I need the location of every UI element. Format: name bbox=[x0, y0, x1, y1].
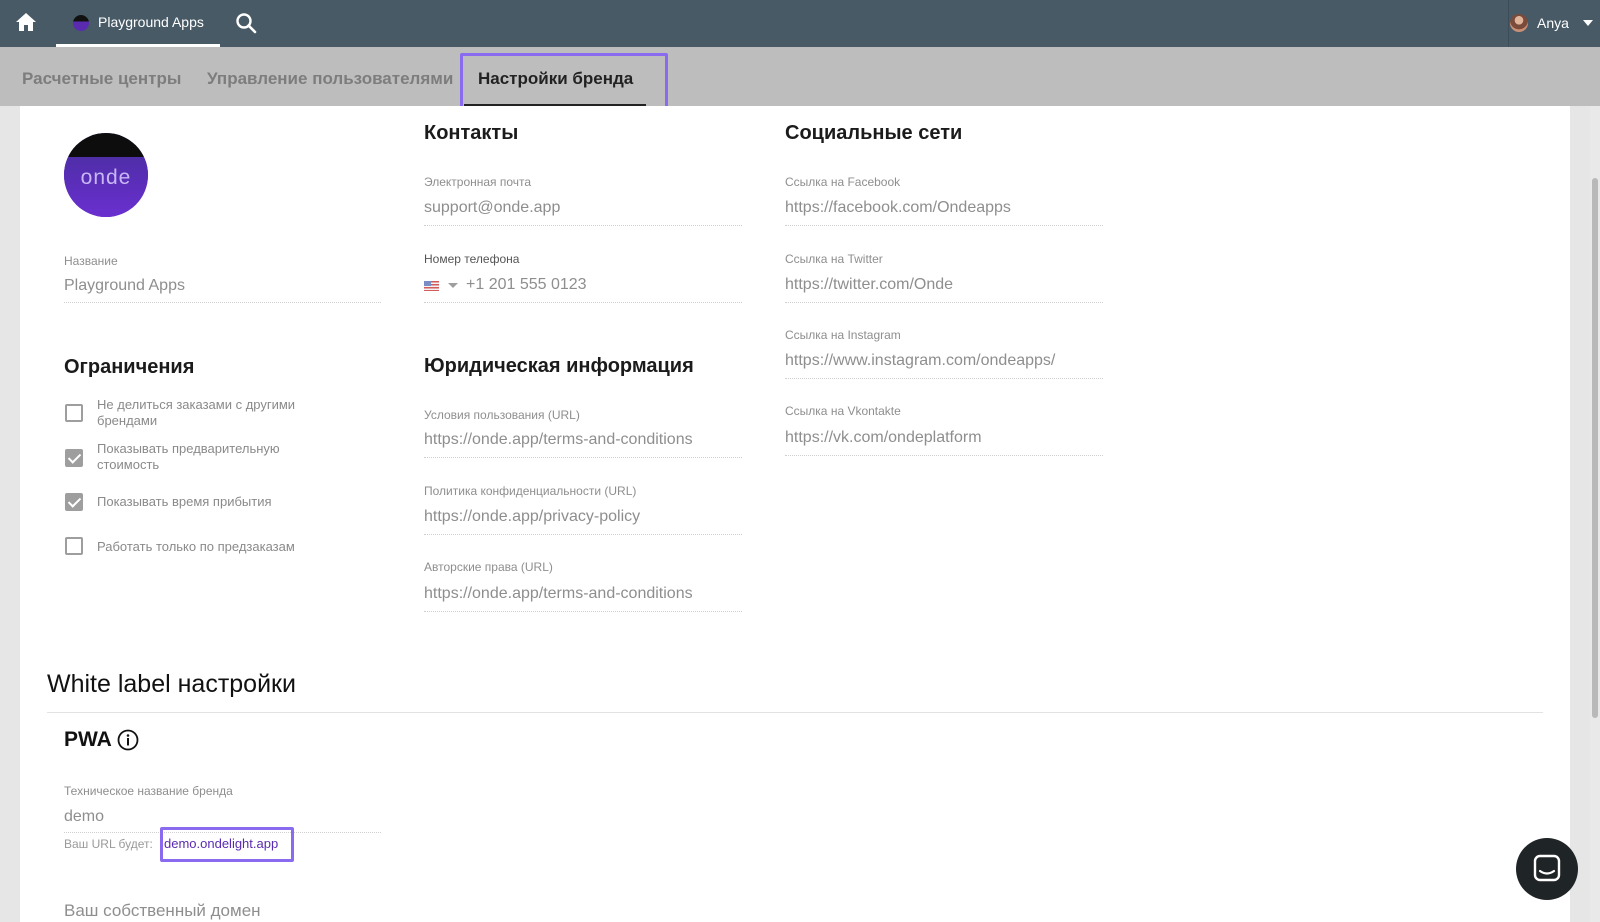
user-name: Anya bbox=[1537, 15, 1569, 31]
instagram-underline bbox=[785, 378, 1103, 379]
country-caret-down-icon[interactable] bbox=[448, 283, 458, 288]
copyright-underline bbox=[424, 611, 742, 612]
email-label: Электронная почта bbox=[424, 175, 532, 189]
restrictions-title: Ограничения bbox=[64, 356, 195, 378]
instagram-url-field[interactable]: https://www.instagram.com/ondeapps/ bbox=[785, 352, 1055, 370]
info-icon[interactable] bbox=[117, 729, 139, 751]
twitter-underline bbox=[785, 302, 1103, 303]
copyright-label: Авторские права (URL) bbox=[424, 560, 553, 574]
vk-label: Ссылка на Vkontakte bbox=[785, 404, 901, 418]
tab-user-management[interactable]: Управление пользователями bbox=[207, 69, 453, 89]
brand-name-input[interactable]: Playground Apps bbox=[64, 277, 185, 295]
terms-url-field[interactable]: https://onde.app/terms-and-conditions bbox=[424, 431, 693, 449]
email-field[interactable]: support@onde.app bbox=[424, 199, 560, 217]
privacy-label: Политика конфиденциальности (URL) bbox=[424, 484, 637, 498]
checkbox-show-estimate-label: Показывать предварительную стоимость bbox=[97, 441, 280, 472]
tech-name-field[interactable]: demo bbox=[64, 808, 104, 826]
vk-underline bbox=[785, 455, 1103, 456]
brand-name-underline bbox=[64, 302, 381, 303]
chat-support-button[interactable] bbox=[1516, 838, 1578, 900]
checkbox-show-arrival-time-label: Показывать время прибытия bbox=[97, 494, 272, 509]
checkbox-no-share-orders-label: Не делиться заказами с другими брендами bbox=[97, 397, 296, 428]
brand-logo[interactable]: onde bbox=[64, 133, 148, 217]
chat-icon bbox=[1533, 854, 1561, 882]
app-switcher-tab[interactable]: Playground Apps bbox=[56, 0, 220, 47]
scrollbar-thumb[interactable] bbox=[1592, 178, 1598, 718]
legal-title: Юридическая информация bbox=[424, 355, 694, 377]
checkbox-show-estimate[interactable] bbox=[65, 449, 83, 467]
social-title: Социальные сети bbox=[785, 122, 963, 144]
tab-billing-centers[interactable]: Расчетные центры bbox=[22, 69, 181, 89]
privacy-url-field[interactable]: https://onde.app/privacy-policy bbox=[424, 508, 640, 526]
checkbox-show-arrival-time[interactable] bbox=[65, 493, 83, 511]
contacts-title: Контакты bbox=[424, 122, 519, 144]
us-flag-icon[interactable] bbox=[424, 281, 439, 291]
own-domain-label: Ваш собственный домен bbox=[64, 901, 261, 920]
logo-wordmark: onde bbox=[80, 166, 132, 189]
email-underline bbox=[424, 225, 742, 226]
url-hint-label: Ваш URL будет: bbox=[64, 837, 153, 851]
scrollbar[interactable] bbox=[1590, 106, 1600, 922]
app-tab-label: Playground Apps bbox=[98, 14, 204, 30]
instagram-label: Ссылка на Instagram bbox=[785, 328, 901, 342]
phone-label: Номер телефона bbox=[424, 252, 520, 266]
terms-underline bbox=[424, 457, 742, 458]
white-label-title: White label настройки bbox=[47, 670, 296, 698]
vk-url-field[interactable]: https://vk.com/ondeplatform bbox=[785, 429, 982, 447]
twitter-label: Ссылка на Twitter bbox=[785, 252, 883, 266]
user-menu[interactable]: Anya bbox=[1508, 0, 1600, 47]
phone-underline bbox=[424, 302, 742, 303]
checkbox-preorders-only[interactable] bbox=[65, 537, 83, 555]
privacy-underline bbox=[424, 534, 742, 535]
facebook-underline bbox=[785, 225, 1103, 226]
facebook-url-field[interactable]: https://facebook.com/Ondeapps bbox=[785, 199, 1011, 217]
app-logo-icon bbox=[73, 15, 89, 31]
settings-tab-bar: Расчетные центры Управление пользователя… bbox=[0, 47, 1600, 106]
top-navigation-bar: Playground Apps Anya bbox=[0, 0, 1600, 47]
twitter-url-field[interactable]: https://twitter.com/Onde bbox=[785, 276, 953, 294]
checkbox-no-share-orders[interactable] bbox=[65, 404, 83, 422]
search-icon[interactable] bbox=[235, 12, 257, 34]
home-icon[interactable] bbox=[14, 10, 38, 34]
copyright-url-field[interactable]: https://onde.app/terms-and-conditions bbox=[424, 585, 693, 603]
facebook-label: Ссылка на Facebook bbox=[785, 175, 901, 189]
white-label-divider bbox=[47, 712, 1543, 713]
caret-down-icon bbox=[1583, 20, 1593, 26]
brand-name-label: Название bbox=[64, 254, 118, 268]
phone-field[interactable]: +1 201 555 0123 bbox=[466, 276, 587, 294]
pwa-title: PWA bbox=[64, 728, 112, 751]
brand-settings-card bbox=[20, 106, 1570, 922]
highlight-box-url bbox=[160, 827, 294, 862]
avatar bbox=[1510, 14, 1528, 32]
tech-name-label: Техническое название бренда bbox=[64, 784, 233, 798]
terms-label: Условия пользования (URL) bbox=[424, 408, 580, 422]
logo-top-band bbox=[64, 133, 148, 157]
checkbox-preorders-only-label: Работать только по предзаказам bbox=[97, 539, 295, 554]
